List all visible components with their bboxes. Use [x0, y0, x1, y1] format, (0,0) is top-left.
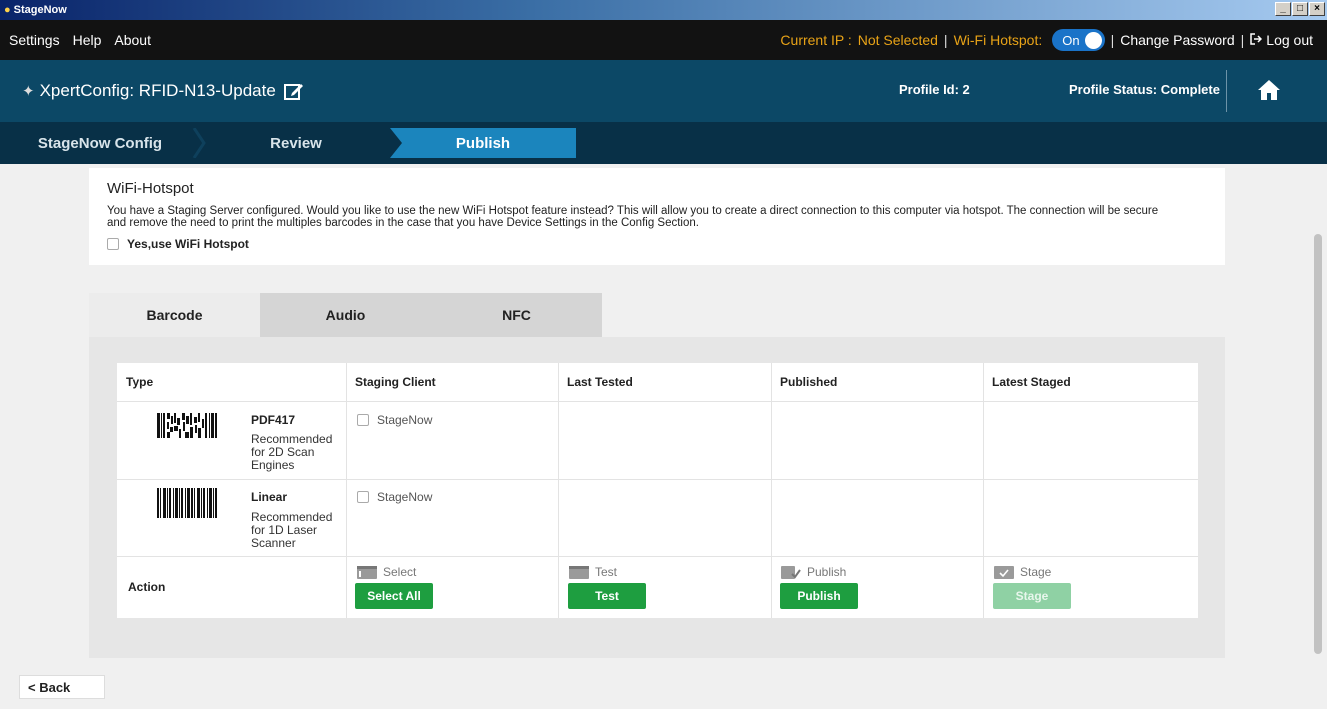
minimize-button[interactable]: _ [1275, 2, 1291, 16]
window-title: StageNow [13, 4, 67, 16]
pdf417-stagenow-label: StageNow [377, 413, 433, 427]
test-action-label: Test [569, 565, 617, 579]
main-content: WiFi-Hotspot You have a Staging Server c… [0, 164, 1312, 709]
step-publish[interactable]: Publish [390, 128, 576, 158]
header-last-tested: Last Tested [567, 375, 633, 389]
menu-settings[interactable]: Settings [9, 32, 60, 48]
pdf417-stagenow-checkbox[interactable] [357, 414, 369, 426]
use-hotspot-label: Yes,use WiFi Hotspot [127, 237, 249, 251]
edit-icon[interactable] [283, 82, 304, 100]
publish-icon [781, 565, 801, 579]
stage-button[interactable]: Stage [993, 583, 1071, 609]
separator: | [1240, 32, 1245, 48]
barcode-table: Type Staging Client Last Tested Publishe… [117, 363, 1198, 618]
menu-bar: Settings Help About Current IP : Not Sel… [0, 20, 1327, 60]
step-review[interactable]: Review [196, 128, 396, 158]
toggle-knob [1084, 31, 1102, 49]
menu-about[interactable]: About [114, 32, 151, 48]
stage-icon [994, 565, 1014, 579]
select-all-button[interactable]: Select All [355, 583, 433, 609]
profile-title: XpertConfig: RFID-N13-Update [39, 81, 276, 100]
menu-help[interactable]: Help [73, 32, 102, 48]
current-ip-label: Current IP : [780, 32, 852, 48]
use-hotspot-checkbox[interactable] [107, 238, 119, 250]
test-icon [569, 565, 589, 579]
tab-barcode[interactable]: Barcode [89, 293, 260, 337]
step-bar: StageNow Config Review Publish [0, 122, 1327, 164]
back-button[interactable]: < Back [19, 675, 105, 699]
home-icon[interactable] [1257, 79, 1281, 101]
pdf417-stagenow-checkbox-row[interactable]: StageNow [357, 413, 432, 427]
current-ip-value: Not Selected [857, 32, 938, 48]
header-staging-client: Staging Client [355, 375, 436, 389]
hotspot-toggle[interactable]: On [1052, 29, 1105, 51]
tab-nfc[interactable]: NFC [431, 293, 602, 337]
test-label: Test [595, 565, 618, 579]
change-password-link[interactable]: Change Password [1120, 32, 1234, 48]
hotspot-heading: WiFi-Hotspot [107, 180, 194, 197]
linear-stagenow-checkbox-row[interactable]: StageNow [357, 490, 432, 504]
pdf417-description: Recommended for 2D Scan Engines [251, 432, 333, 472]
pdf417-barcode-image [157, 413, 217, 438]
wifi-hotspot-panel: WiFi-Hotspot You have a Staging Server c… [89, 168, 1225, 265]
profile-status: Profile Status: Complete [1069, 82, 1220, 97]
app-icon: ● [4, 4, 11, 16]
header-published: Published [780, 375, 838, 389]
close-button[interactable]: × [1309, 2, 1325, 16]
wand-icon: ✦ [22, 83, 35, 100]
select-label: Select [383, 565, 417, 579]
output-tabs: Barcode Audio NFC [89, 293, 602, 337]
row-divider [117, 479, 1198, 480]
hotspot-label: Wi-Fi Hotspot: [953, 32, 1043, 48]
tab-audio[interactable]: Audio [260, 293, 431, 337]
logout-link[interactable]: Log out [1250, 32, 1313, 48]
pdf417-label: PDF417 [251, 413, 296, 427]
header-type: Type [126, 375, 154, 389]
step-stagenow-config[interactable]: StageNow Config [0, 128, 200, 158]
publish-action-label: Publish [781, 565, 846, 579]
stage-label: Stage [1020, 565, 1052, 579]
vertical-scrollbar[interactable] [1312, 164, 1327, 709]
separator: | [1110, 32, 1115, 48]
maximize-button[interactable]: □ [1292, 2, 1308, 16]
publish-button[interactable]: Publish [780, 583, 858, 609]
linear-barcode-image [157, 488, 217, 518]
header-divider [1226, 70, 1227, 112]
publish-label: Publish [807, 565, 847, 579]
linear-stagenow-label: StageNow [377, 490, 433, 504]
profile-header: ✦ XpertConfig: RFID-N13-Update Profile I… [0, 60, 1327, 122]
select-icon [357, 565, 377, 579]
row-divider [117, 401, 1198, 402]
hotspot-toggle-label: On [1062, 32, 1080, 48]
hotspot-text-line1: You have a Staging Server configured. Wo… [107, 205, 1159, 217]
linear-label: Linear [251, 490, 288, 504]
logout-label: Log out [1266, 32, 1313, 48]
action-label: Action [128, 580, 166, 594]
linear-stagenow-checkbox[interactable] [357, 491, 369, 503]
logout-icon [1250, 33, 1263, 45]
select-action-label: Select [357, 565, 416, 579]
linear-description: Recommended for 1D Laser Scanner [251, 510, 333, 550]
header-latest-staged: Latest Staged [992, 375, 1071, 389]
profile-id: Profile Id: 2 [899, 82, 970, 97]
scrollbar-thumb[interactable] [1314, 234, 1322, 654]
stage-action-label: Stage [994, 565, 1051, 579]
separator: | [943, 32, 948, 48]
row-divider [117, 556, 1198, 557]
window-title-bar: ● StageNow _ □ × [0, 0, 1327, 20]
test-button[interactable]: Test [568, 583, 646, 609]
use-hotspot-checkbox-row[interactable]: Yes,use WiFi Hotspot [107, 237, 1207, 251]
barcode-tab-panel: Type Staging Client Last Tested Publishe… [89, 337, 1225, 658]
hotspot-text-line2: and remove the need to print the multipl… [107, 217, 699, 229]
